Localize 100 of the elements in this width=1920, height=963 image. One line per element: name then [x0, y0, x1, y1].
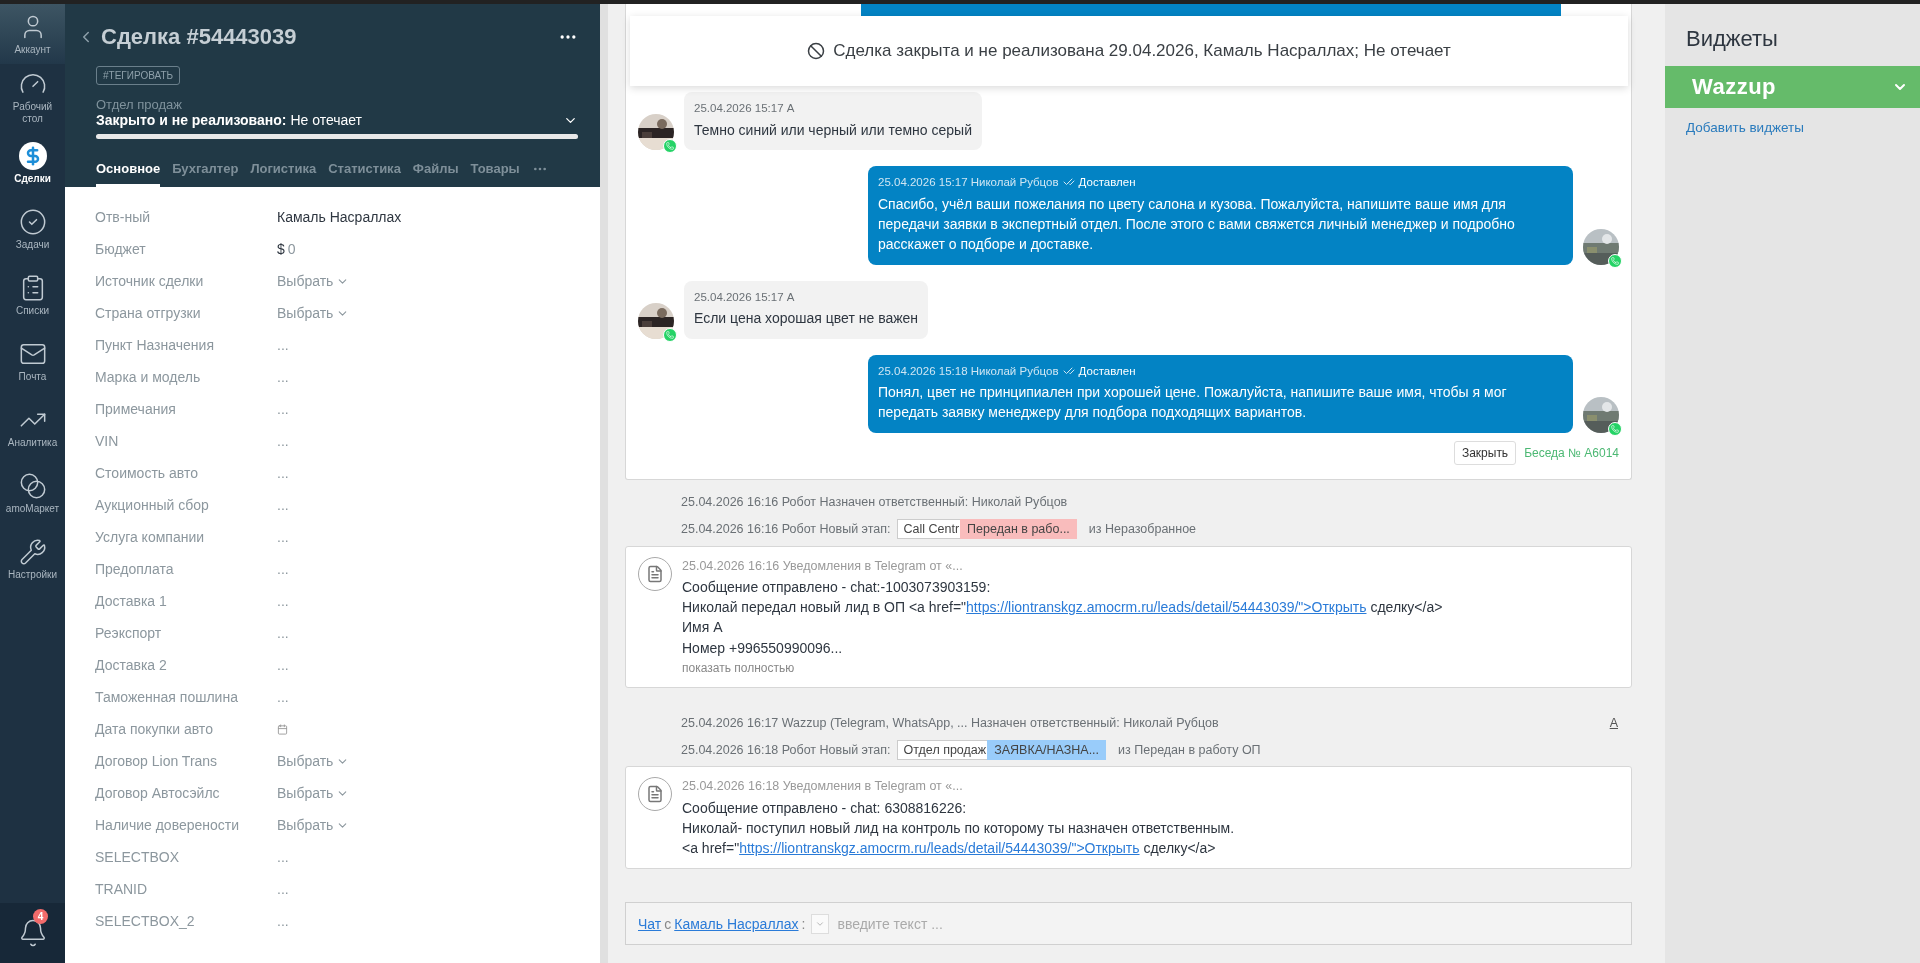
show-more-link[interactable]: показать полностью [682, 660, 1443, 678]
nav-item[interactable]: Списки [0, 262, 65, 328]
note-text: Номер +996550990096... [682, 638, 844, 658]
nav-item[interactable]: Аккаунт [0, 4, 65, 64]
field-label: Бюджет [95, 241, 147, 257]
select-dropdown[interactable]: Выбрать [277, 817, 350, 833]
field-label: Таможенная пошлина [95, 689, 239, 705]
pipeline-name: Отдел продаж [96, 97, 183, 112]
field-label: Предоплата [95, 561, 175, 577]
field-value[interactable]: ... [277, 881, 289, 897]
author-link[interactable]: А [1609, 715, 1618, 730]
field-value[interactable]: ... [277, 657, 289, 673]
status-dropdown[interactable]: Закрыто и не реализовано: Не отечает [96, 112, 578, 128]
field-value[interactable]: ... [277, 593, 289, 609]
field-value[interactable]: ... [277, 433, 289, 449]
note-text: сделку</a> [1369, 599, 1443, 616]
contact-link[interactable]: Камаль Насраллах [674, 915, 799, 932]
field-label: Стоимость авто [95, 465, 199, 481]
field-label: Примечания [95, 401, 177, 417]
tab[interactable]: Бухгалтер [172, 157, 239, 187]
composer-text: : [801, 915, 806, 932]
nav-item[interactable]: Аналитика [0, 394, 65, 460]
field-label: SELECTBOX [95, 849, 181, 865]
field-label: Страна отгрузки [95, 305, 202, 321]
deal-link[interactable]: https://liontranskgz.amocrm.ru/leads/detail/54443039/">Открыть [966, 599, 1367, 616]
note-text: Сообщение отправлено - chat:-1003073903159: [682, 577, 992, 597]
nav-item[interactable]: Сделки [0, 130, 65, 196]
message-meta: 25.04.2026 15:18 Николай Рубцов [878, 363, 1059, 379]
field-label: Договор Lion Trans [95, 753, 219, 769]
field-value[interactable]: ... [277, 689, 289, 705]
chat-composer[interactable]: Чат с Камаль Насраллах : введите текст ... [625, 902, 1632, 945]
field-label: Источник сделки [95, 273, 205, 289]
field-label: Доставка 2 [95, 657, 168, 673]
event-text: из Неразобранное [1088, 522, 1197, 537]
banner-text: Сделка закрыта и не реализована 29.04.2026, Камаль Насраллах; Не отечает [833, 41, 1451, 61]
event-text: 25.04.2026 16:16 Робот Новый этап: [681, 522, 891, 537]
field-label: TRANID [95, 881, 149, 897]
message-input[interactable]: введите текст ... [835, 914, 1619, 933]
field-value[interactable]: ... [277, 625, 289, 641]
message-meta: 25.04.2026 15:17 А [694, 289, 795, 305]
note-text: Николай- поступил новый лид на контроль по которому ты назначен ответственным. [682, 818, 1235, 838]
field-label: SELECTBOX_2 [95, 913, 196, 929]
field-value[interactable]: ... [277, 369, 289, 385]
tab[interactable]: Логистика [250, 157, 317, 187]
field-value[interactable]: ... [277, 913, 289, 929]
field-label: Наличие доверености [95, 817, 241, 833]
event-text: 25.04.2026 16:17 Wazzup (Telegram, WhatsApp, ... Назначен ответственный: Николай Рубцов [681, 715, 1219, 730]
event-text: 25.04.2026 16:18 Робот Новый этап: [681, 742, 891, 757]
select-dropdown[interactable]: Выбрать [277, 753, 350, 769]
nav-item[interactable]: amoМаркет [0, 460, 65, 526]
tab[interactable]: Статистика [328, 157, 401, 187]
event-text: из Передан в работу ОП [1118, 742, 1261, 757]
select-dropdown[interactable]: Выбрать [277, 273, 350, 289]
stage-tag: Передан в рабо... [960, 519, 1077, 540]
note-text: сделку</a> [1142, 840, 1216, 857]
note-text: Николай передал новый лид в ОП <a href=" [682, 599, 967, 616]
field-value[interactable]: Камаль Насраллах [277, 209, 402, 225]
notification-badge: 4 [33, 909, 48, 924]
field-value[interactable]: ... [277, 561, 289, 577]
tab[interactable]: Основное [96, 157, 161, 187]
field-label: Марка и модель [95, 369, 202, 385]
message-text: Спасибо, учёл ваши пожелания по цвету салона и кузова. Пожалуйста, напишите ваше имя для передачи заявки в экспертный отдел. После этого с вами свяжется личный менеджер и подробно расскажет о подборе и доставке. [878, 194, 1516, 255]
nav-item[interactable]: Почта [0, 328, 65, 394]
message-text: Если цена хорошая цвет не важен [694, 309, 919, 329]
tab[interactable]: Товары [470, 157, 520, 187]
note-meta: 25.04.2026 16:16 Уведомления в Telegram от «... [682, 557, 964, 575]
field-label: Реэкспорт [95, 625, 163, 641]
field-value[interactable]: ... [277, 497, 289, 513]
tag-button[interactable]: #ТЕГИРОВАТЬ [96, 66, 181, 85]
nav-item[interactable]: Рабочий стол [0, 64, 65, 130]
field-label: Аукционный сбор [95, 497, 210, 513]
select-dropdown[interactable]: Выбрать [277, 305, 350, 321]
field-value[interactable]: ... [277, 529, 289, 545]
note-text: Сообщение отправлено - chat: 6308816226: [682, 798, 968, 818]
field-value[interactable]: ... [277, 465, 289, 481]
note-text: <a href=" [682, 840, 740, 857]
add-widgets-link[interactable]: Добавить виджеты [1665, 108, 1920, 135]
nav-item[interactable]: Задачи [0, 196, 65, 262]
close-button[interactable]: Закрыть [1453, 440, 1517, 465]
note-meta: 25.04.2026 16:18 Уведомления в Telegram от «... [682, 778, 964, 796]
field-label: VIN [95, 433, 120, 449]
event-text: 25.04.2026 16:16 Робот Назначен ответственный: Николай Рубцов [681, 495, 1068, 510]
conversation-link[interactable]: Беседа № А6014 [1524, 445, 1619, 460]
budget-value[interactable]: $ 0 [277, 241, 296, 257]
deal-link[interactable]: https://liontranskgz.amocrm.ru/leads/detail/54443039/">Открыть [739, 840, 1140, 857]
field-label: Услуга компании [95, 529, 206, 545]
nav-item[interactable]: Настройки [0, 526, 65, 592]
field-label: Договор Автосэйлс [95, 785, 221, 801]
field-label: Пункт Назначения [95, 337, 215, 353]
chat-link[interactable]: Чат [638, 915, 662, 932]
field-value[interactable]: ... [277, 337, 289, 353]
widget-bar[interactable]: Wazzup [1665, 66, 1920, 108]
message-text: Темно синий или черный или темно серый [694, 120, 972, 140]
widgets-title: Виджеты [1685, 25, 1779, 53]
select-dropdown[interactable]: Выбрать [277, 785, 350, 801]
field-value[interactable]: ... [277, 401, 289, 417]
field-label: Дата покупки авто [95, 721, 214, 737]
field-value[interactable]: ... [277, 849, 289, 865]
message-text: Понял, цвет не принципиален при хорошей цене. Пожалуйста, напишите ваше имя, чтобы я мог передать заявку менеджеру для подбора подходящих вариантов. [878, 383, 1508, 423]
tab[interactable]: Файлы [412, 157, 459, 187]
